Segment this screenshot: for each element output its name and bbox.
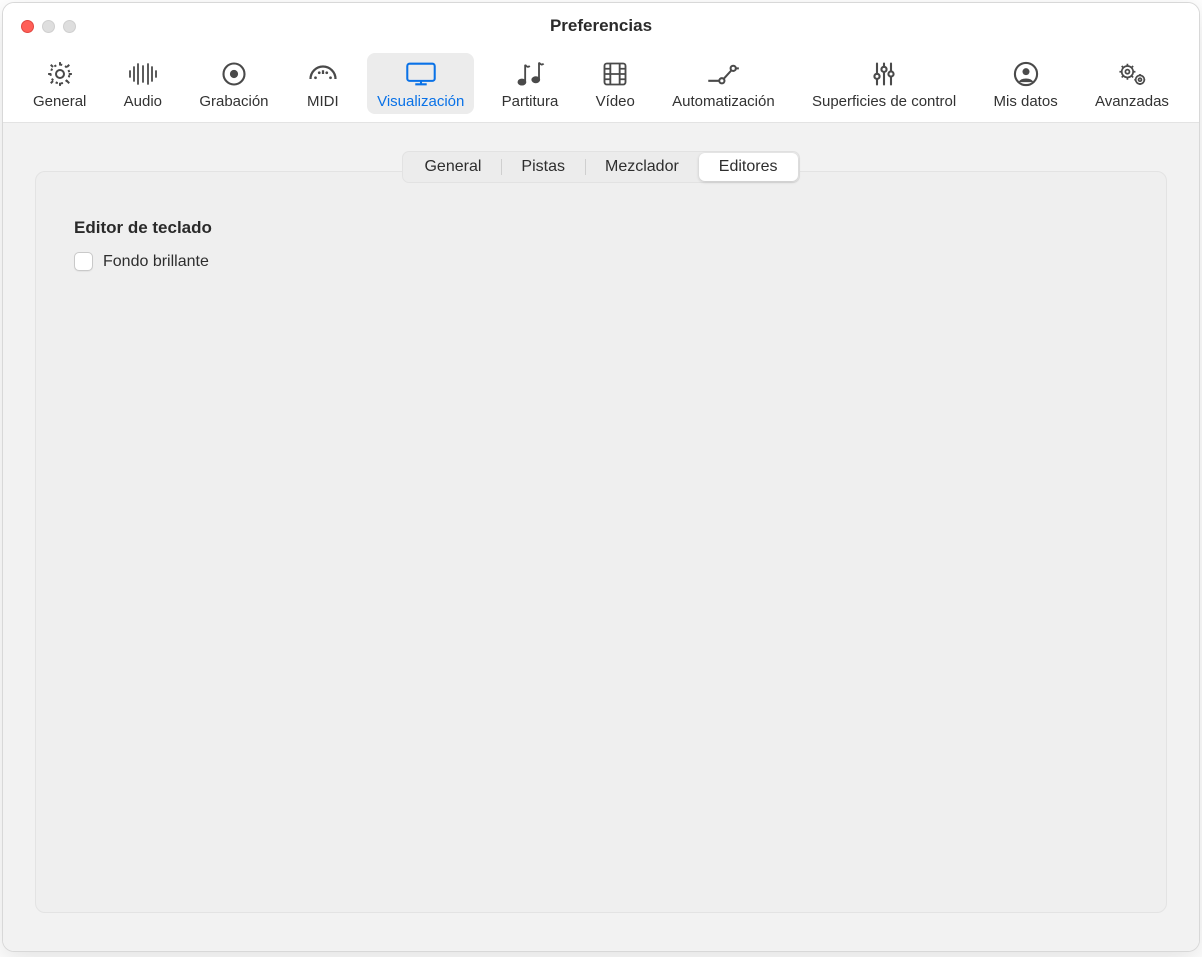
sliders-icon <box>867 59 901 89</box>
toolbar-label: Audio <box>124 93 162 110</box>
midi-icon <box>306 59 340 89</box>
checkbox-label: Fondo brillante <box>103 253 209 271</box>
toolbar-score[interactable]: Partitura <box>492 53 569 114</box>
content-area: General Pistas Mezclador Editores Editor… <box>3 123 1199 951</box>
gears-icon <box>1115 59 1149 89</box>
bright-background-checkbox[interactable] <box>74 252 93 271</box>
film-icon <box>598 59 632 89</box>
tab-label: Editores <box>719 158 778 175</box>
toolbar-label: Mis datos <box>994 93 1058 110</box>
toolbar-label: Superficies de control <box>812 93 956 110</box>
automation-curve-icon <box>706 59 740 89</box>
tab-label: Pistas <box>521 158 565 175</box>
toolbar-midi[interactable]: MIDI <box>296 53 350 114</box>
toolbar-label: Grabación <box>199 93 268 110</box>
settings-panel: Editor de teclado Fondo brillante <box>35 171 1167 913</box>
toolbar-label: General <box>33 93 86 110</box>
gear-icon <box>43 59 77 89</box>
toolbar-video[interactable]: Vídeo <box>586 53 645 114</box>
toolbar-display[interactable]: Visualización <box>367 53 474 114</box>
preferences-window: Preferencias General <box>2 2 1200 952</box>
toolbar-label: Avanzadas <box>1095 93 1169 110</box>
tab-mixer[interactable]: Mezclador <box>585 153 699 181</box>
user-circle-icon <box>1009 59 1043 89</box>
tab-label: General <box>424 158 481 175</box>
toolbar-recording[interactable]: Grabación <box>189 53 278 114</box>
waveform-icon <box>126 59 160 89</box>
preferences-toolbar: General Audio <box>3 49 1199 123</box>
toolbar-label: Visualización <box>377 93 464 110</box>
toolbar-label: Partitura <box>502 93 559 110</box>
section-title: Editor de teclado <box>74 218 1128 238</box>
toolbar-my-info[interactable]: Mis datos <box>984 53 1068 114</box>
tab-tracks[interactable]: Pistas <box>501 153 585 181</box>
bright-background-row: Fondo brillante <box>74 252 1128 271</box>
toolbar-label: MIDI <box>307 93 339 110</box>
titlebar: Preferencias <box>3 3 1199 49</box>
close-button[interactable] <box>21 20 34 33</box>
tab-general[interactable]: General <box>404 153 501 181</box>
monitor-icon <box>404 59 438 89</box>
toolbar-general[interactable]: General <box>23 53 96 114</box>
sub-tabs: General Pistas Mezclador Editores <box>402 151 799 183</box>
toolbar-automation[interactable]: Automatización <box>662 53 785 114</box>
toolbar-audio[interactable]: Audio <box>114 53 172 114</box>
minimize-button[interactable] <box>42 20 55 33</box>
tab-label: Mezclador <box>605 158 679 175</box>
window-title: Preferencias <box>3 16 1199 36</box>
window-controls <box>3 20 76 33</box>
toolbar-label: Vídeo <box>596 93 635 110</box>
toolbar-control-surfaces[interactable]: Superficies de control <box>802 53 966 114</box>
maximize-button[interactable] <box>63 20 76 33</box>
tab-editors[interactable]: Editores <box>699 153 798 181</box>
toolbar-advanced[interactable]: Avanzadas <box>1085 53 1179 114</box>
record-icon <box>217 59 251 89</box>
toolbar-label: Automatización <box>672 93 775 110</box>
music-notes-icon <box>513 59 547 89</box>
